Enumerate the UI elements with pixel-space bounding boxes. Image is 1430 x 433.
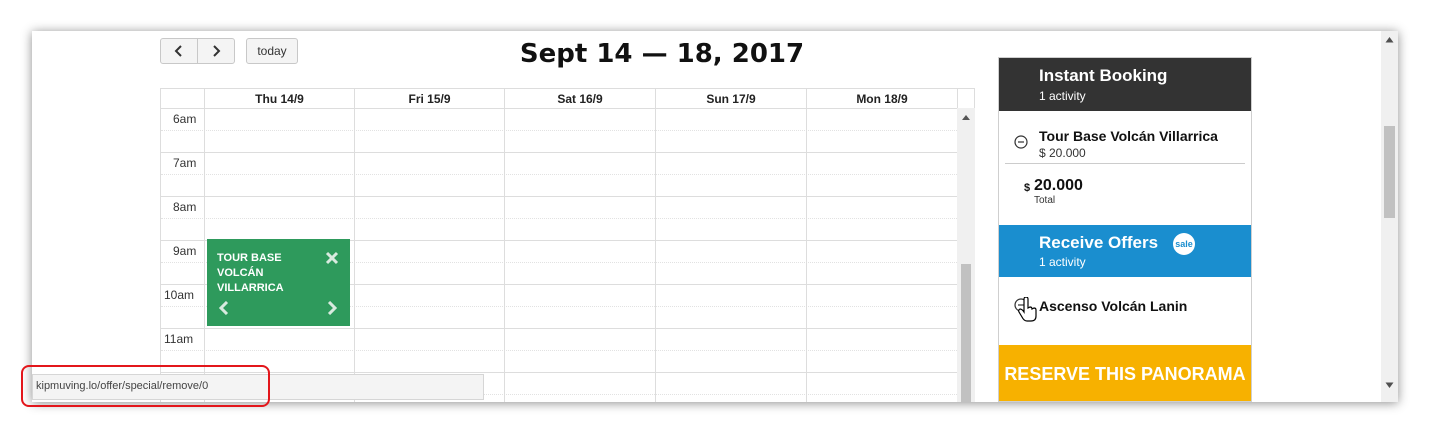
grid-column-line	[204, 89, 205, 402]
instant-item-price: $ 20.000	[1039, 146, 1086, 160]
instant-booking-header: Instant Booking 1 activity	[999, 58, 1251, 111]
grid-line	[161, 218, 957, 219]
time-label: 10am	[164, 288, 195, 302]
total-currency: $	[1024, 182, 1031, 194]
grid-line	[161, 108, 975, 109]
remove-circle-icon[interactable]	[1014, 135, 1028, 149]
time-label: 6am	[173, 112, 197, 126]
total-value: 20.000	[1034, 177, 1083, 194]
booking-panel: Instant Booking 1 activity Tour Base Vol…	[998, 57, 1252, 402]
grid-line	[161, 130, 957, 131]
calendar-scrollbar-thumb[interactable]	[961, 264, 971, 402]
grid-line	[161, 328, 957, 329]
grid-line	[161, 372, 957, 373]
grid-column-line	[806, 89, 807, 402]
annotation-highlight	[21, 365, 270, 407]
chevron-right-icon[interactable]	[327, 301, 337, 315]
time-label: 9am	[173, 244, 197, 258]
time-label: 11am	[164, 332, 194, 346]
instant-booking-heading: Instant Booking	[1039, 66, 1168, 85]
chevron-right-icon	[213, 45, 221, 57]
day-header-sun: Sun 17/9	[655, 89, 806, 108]
chevron-left-icon[interactable]	[219, 301, 229, 315]
grid-line	[161, 174, 957, 175]
grid-column-line	[504, 89, 505, 402]
receive-offers-heading: Receive Offers	[1039, 233, 1159, 252]
time-label: 8am	[173, 200, 197, 214]
grid-column-line	[655, 89, 656, 402]
scroll-down-arrow-icon[interactable]	[1385, 382, 1394, 389]
scroll-up-arrow-icon[interactable]	[961, 113, 971, 121]
hand-cursor-icon	[1018, 297, 1037, 322]
total-label: Total	[1034, 195, 1056, 206]
day-header-sat: Sat 16/9	[504, 89, 655, 108]
time-label: 7am	[173, 156, 197, 170]
calendar-title: Sept 14 — 18, 2017	[519, 39, 805, 69]
scroll-up-arrow-icon[interactable]	[1385, 36, 1394, 43]
instant-booking-count: 1 activity	[1039, 89, 1086, 103]
divider	[1005, 163, 1245, 164]
browser-window: today Sept 14 — 18, 2017 Thu 14/9 Fri 15…	[32, 31, 1398, 402]
offer-item-name: Ascenso Volcán Lanin	[1039, 298, 1188, 314]
grid-line	[161, 152, 957, 153]
instant-item-name: Tour Base Volcán Villarrica	[1039, 128, 1218, 144]
prev-button[interactable]	[160, 38, 198, 64]
reserve-button[interactable]: RESERVE THIS PANORAMA	[999, 345, 1251, 401]
grid-line	[161, 196, 957, 197]
day-header-mon: Mon 18/9	[806, 89, 957, 108]
grid-line	[161, 350, 957, 351]
event-title: TOUR BASE VOLCÁN VILLARRICA	[217, 252, 284, 294]
today-button[interactable]: today	[246, 38, 298, 64]
sale-badge-icon: sale	[1173, 233, 1195, 255]
page-scrollbar-thumb[interactable]	[1384, 126, 1395, 218]
receive-offers-header: Receive Offers sale 1 activity	[999, 225, 1251, 277]
grid-column-line	[354, 89, 355, 402]
calendar-event[interactable]: TOUR BASE VOLCÁN VILLARRICA	[207, 239, 350, 326]
next-button[interactable]	[197, 38, 235, 64]
day-header-thu: Thu 14/9	[204, 89, 354, 108]
close-icon[interactable]	[325, 251, 339, 265]
day-header-gutter	[957, 89, 975, 108]
receive-offers-count: 1 activity	[1039, 255, 1086, 269]
chevron-left-icon	[174, 45, 182, 57]
day-header-fri: Fri 15/9	[354, 89, 504, 108]
